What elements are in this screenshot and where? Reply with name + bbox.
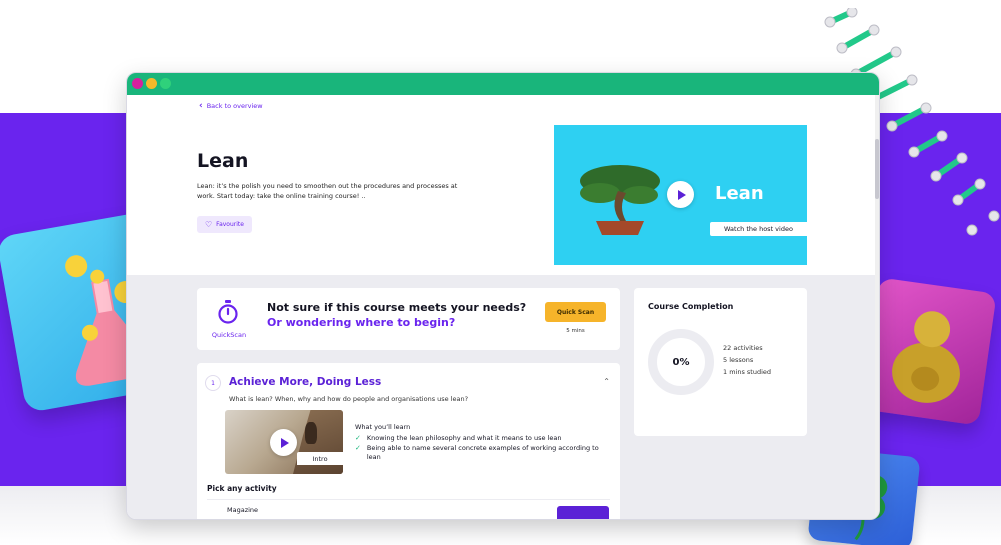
what-youll-learn-title: What you’ll learn xyxy=(355,423,411,431)
lesson-intro-video[interactable]: Intro xyxy=(225,410,343,474)
page-content: ‹ Back to overview Lean Lean: it’s the p… xyxy=(127,95,879,519)
course-hero: ‹ Back to overview Lean Lean: it’s the p… xyxy=(127,95,875,275)
back-to-overview-link[interactable]: ‹ Back to overview xyxy=(199,101,263,111)
back-link-label: Back to overview xyxy=(206,102,263,110)
stopwatch-icon xyxy=(218,300,238,324)
favourite-button[interactable]: ♡ Favourite xyxy=(197,216,252,233)
stat-activities: 22 activities xyxy=(723,344,763,352)
learn-item: ✓ Being able to name several concrete ex… xyxy=(355,444,599,461)
quickscan-label: QuickScan xyxy=(211,331,247,339)
play-button[interactable] xyxy=(667,181,694,208)
course-completion-card: Course Completion 0% 22 activities 5 les… xyxy=(634,288,807,436)
lesson-card: 1 Achieve More, Doing Less ⌃ What is lea… xyxy=(197,363,620,519)
close-window-dot[interactable] xyxy=(132,78,143,89)
scrollbar-thumb[interactable] xyxy=(875,139,879,199)
chevron-left-icon: ‹ xyxy=(199,101,203,111)
page-title: Lean xyxy=(197,150,249,172)
quickscan-question: Not sure if this course meets your needs… xyxy=(267,301,527,314)
quick-scan-button[interactable]: Quick Scan xyxy=(545,302,606,322)
lesson-subtitle: What is lean? When, why and how do peopl… xyxy=(229,395,469,403)
quickscan-subquestion: Or wondering where to begin? xyxy=(267,316,456,329)
completion-percent: 0% xyxy=(672,356,690,368)
completion-progress-ring: 0% xyxy=(648,329,714,395)
stage: ‹ Back to overview Lean Lean: it’s the p… xyxy=(0,0,1001,545)
buddha-cube-illustration xyxy=(861,277,997,426)
stat-lessons: 5 lessons xyxy=(723,356,754,364)
climber-image xyxy=(305,422,317,444)
activity-start-button[interactable] xyxy=(557,506,609,519)
learn-item-text: Being able to name several concrete exam… xyxy=(366,444,599,461)
video-title: Lean xyxy=(715,183,764,204)
browser-window: ‹ Back to overview Lean Lean: it’s the p… xyxy=(126,72,880,520)
lesson-number: 1 xyxy=(205,375,221,391)
activity-name: Magazine xyxy=(227,506,259,514)
pick-activity-title: Pick any activity xyxy=(207,484,277,493)
quickscan-duration: 5 mins xyxy=(566,328,585,334)
activity-row[interactable]: Magazine xyxy=(207,499,610,519)
quickscan-card: QuickScan Not sure if this course meets … xyxy=(197,288,620,350)
learn-item: ✓ Knowing the lean philosophy and what i… xyxy=(355,434,599,443)
chevron-up-icon[interactable]: ⌃ xyxy=(603,377,610,386)
browser-titlebar xyxy=(127,73,879,95)
check-icon: ✓ xyxy=(355,444,361,452)
course-description: Lean: it’s the polish you need to smooth… xyxy=(197,182,458,200)
check-icon: ✓ xyxy=(355,434,361,442)
stat-minutes-studied: 1 mins studied xyxy=(723,368,772,376)
favourite-label: Favourite xyxy=(216,221,244,228)
play-icon xyxy=(677,189,686,200)
intro-tag: Intro xyxy=(297,452,343,465)
lesson-title[interactable]: Achieve More, Doing Less xyxy=(229,376,381,388)
maximize-window-dot[interactable] xyxy=(160,78,171,89)
learn-item-text: Knowing the lean philosophy and what it … xyxy=(366,434,562,442)
bonsai-tree-image xyxy=(580,165,660,235)
intro-play-button[interactable] xyxy=(270,429,297,456)
course-video[interactable]: Lean Watch the host video xyxy=(554,125,807,265)
buddha-icon xyxy=(892,311,960,403)
completion-title: Course Completion xyxy=(648,302,734,311)
minimize-window-dot[interactable] xyxy=(146,78,157,89)
page-scrollbar[interactable] xyxy=(875,95,879,519)
play-icon xyxy=(280,437,289,448)
heart-icon: ♡ xyxy=(205,220,213,229)
watch-host-video-label[interactable]: Watch the host video xyxy=(710,222,807,236)
